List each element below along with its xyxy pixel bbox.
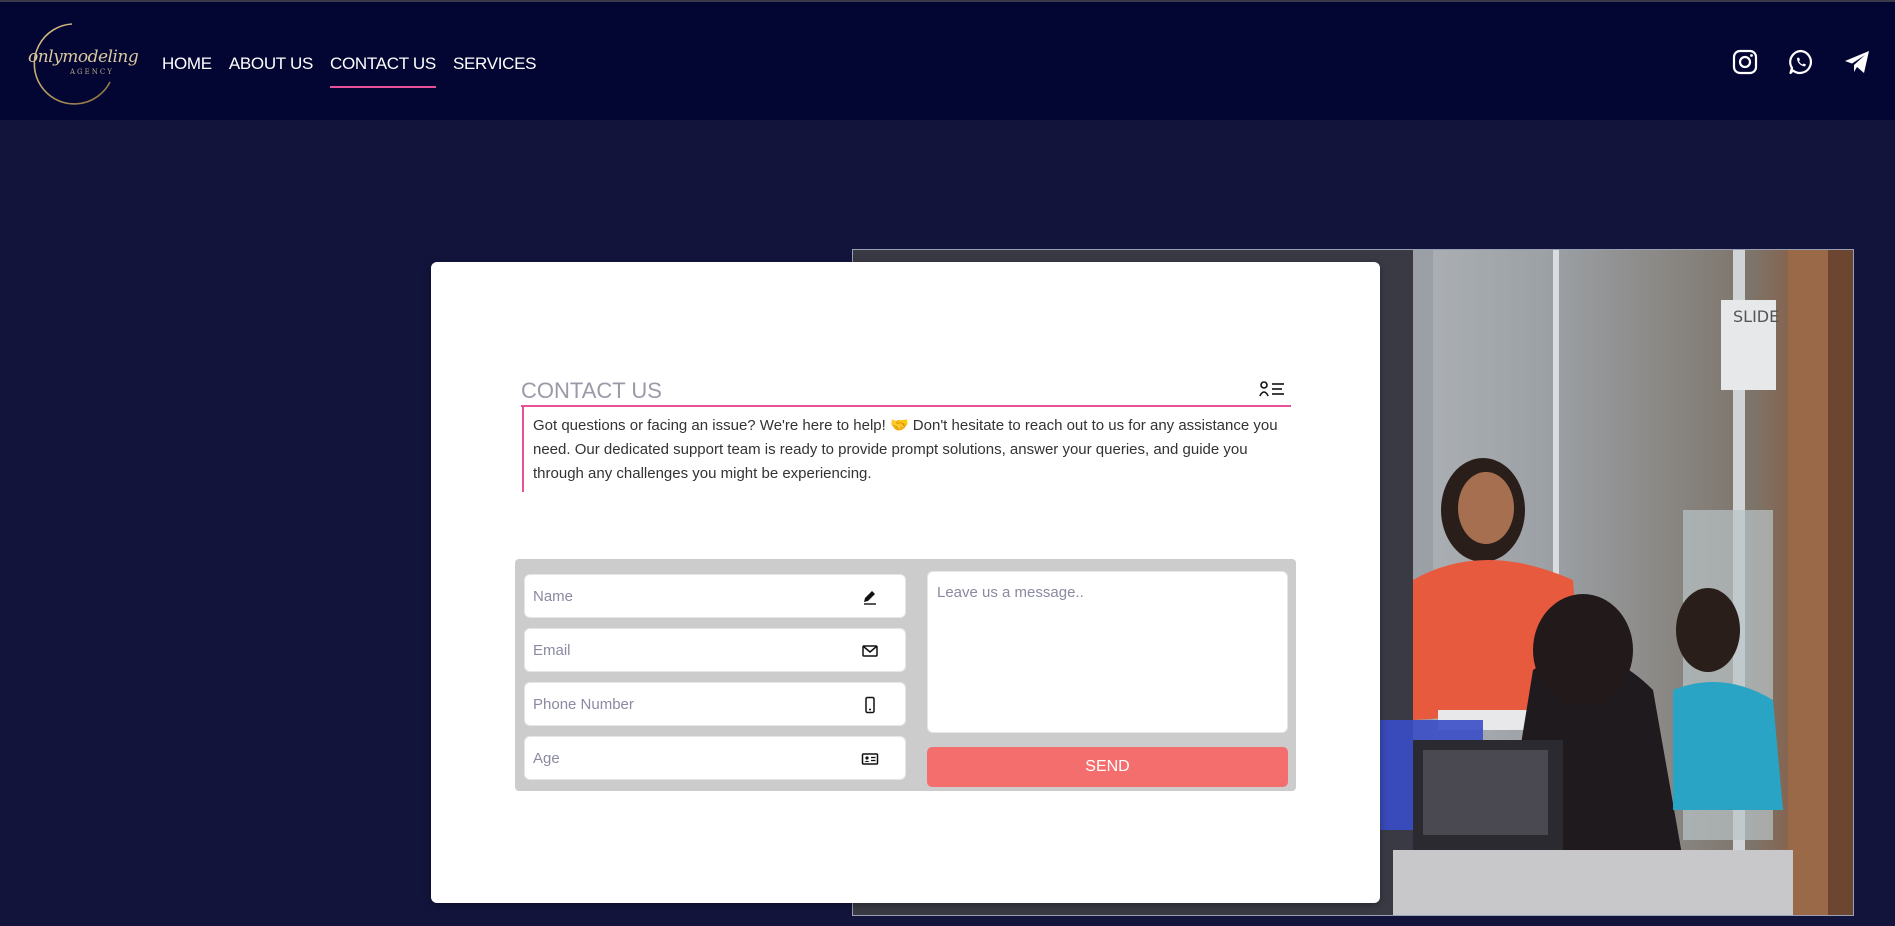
nav-home[interactable]: HOME xyxy=(162,54,212,88)
contact-list-icon xyxy=(1259,381,1284,397)
door-sign-text: SLIDE xyxy=(1733,307,1779,326)
nav-services[interactable]: SERVICES xyxy=(453,54,537,88)
send-button[interactable]: SEND xyxy=(927,747,1288,787)
logo-script-text: onlymodeling xyxy=(28,47,139,67)
email-placeholder: Email xyxy=(533,642,571,659)
telegram-glyph xyxy=(1845,51,1869,73)
nav-about-us[interactable]: ABOUT US xyxy=(229,54,314,88)
contact-description: Got questions or facing an issue? We're … xyxy=(522,406,1292,492)
envelope-icon xyxy=(862,645,878,657)
instagram-glyph xyxy=(1732,49,1758,75)
whatsapp-icon[interactable] xyxy=(1787,48,1815,81)
name-placeholder: Name xyxy=(533,588,574,605)
phone-field[interactable]: Phone Number xyxy=(524,682,906,726)
logo-sub-text: AGENCY xyxy=(70,68,114,76)
contact-heading: CONTACT US xyxy=(521,378,662,403)
nav-contact-us[interactable]: CONTACT US xyxy=(330,54,436,88)
top-navbar: onlymodeling AGENCY HOME ABOUT US CONTAC… xyxy=(0,0,1895,120)
agency-logo[interactable]: onlymodeling AGENCY xyxy=(12,20,139,106)
id-card-icon xyxy=(861,753,879,765)
email-field[interactable]: Email xyxy=(524,628,906,672)
phone-placeholder: Phone Number xyxy=(533,696,634,713)
age-field[interactable]: Age xyxy=(524,736,906,780)
contact-form: Name Email Phone Number Age Leave us a m… xyxy=(515,559,1296,791)
mobile-phone-icon xyxy=(865,696,875,714)
instagram-icon[interactable] xyxy=(1731,48,1759,81)
name-field[interactable]: Name xyxy=(524,574,906,618)
contact-card: CONTACT US Got questions or facing an is… xyxy=(431,262,1380,903)
contact-heading-row: CONTACT US xyxy=(521,378,1291,407)
pen-icon xyxy=(864,591,876,605)
whatsapp-glyph xyxy=(1789,49,1813,75)
telegram-icon[interactable] xyxy=(1843,48,1871,81)
message-placeholder: Leave us a message.. xyxy=(937,584,1084,601)
main-nav: HOME ABOUT US CONTACT US SERVICES xyxy=(162,54,553,88)
message-textarea[interactable]: Leave us a message.. xyxy=(927,571,1288,733)
age-placeholder: Age xyxy=(533,750,560,767)
